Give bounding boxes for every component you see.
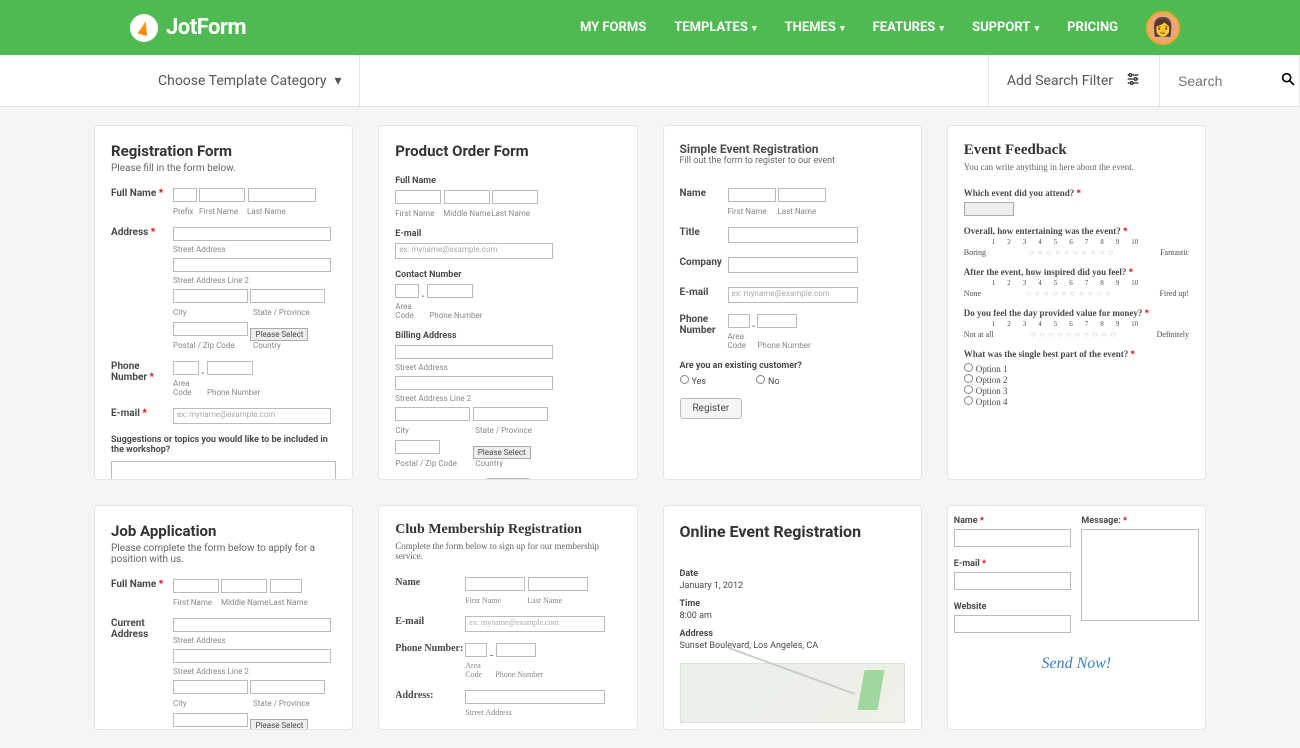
register-button[interactable]: Register <box>680 398 743 419</box>
card-title: Simple Event Registration <box>680 142 905 156</box>
template-card-registration[interactable]: Registration Form Please fill in the for… <box>94 125 353 480</box>
card-title: Club Membership Registration <box>395 522 620 538</box>
logo[interactable]: JotForm <box>130 14 246 42</box>
topbar: JotForm MY FORMS TEMPLATES ▾ THEMES ▾ FE… <box>0 0 1300 55</box>
logo-text: JotForm <box>166 15 246 40</box>
nav-themes[interactable]: THEMES ▾ <box>785 20 845 35</box>
category-dropdown[interactable]: Choose Template Category ▾ <box>140 55 360 106</box>
nav-templates[interactable]: TEMPLATES ▾ <box>674 20 756 35</box>
card-title: Job Application <box>111 522 336 540</box>
nav-my-forms[interactable]: MY FORMS <box>580 20 646 35</box>
card-subtitle: Please fill in the form below. <box>111 163 336 174</box>
nav: MY FORMS TEMPLATES ▾ THEMES ▾ FEATURES ▾… <box>580 11 1180 45</box>
filter-label: Add Search Filter <box>1007 73 1113 89</box>
template-card-club-membership[interactable]: Club Membership Registration Complete th… <box>378 505 637 730</box>
subbar: Choose Template Category ▾ Add Search Fi… <box>0 55 1300 107</box>
card-title: Registration Form <box>111 142 336 160</box>
card-title: Product Order Form <box>395 142 620 160</box>
search-input[interactable] <box>1178 73 1268 89</box>
template-card-online-event[interactable]: Online Event Registration Date January 1… <box>663 505 922 730</box>
template-card-simple-event[interactable]: Simple Event Registration Fill out the f… <box>663 125 922 480</box>
template-grid: Registration Form Please fill in the for… <box>90 125 1210 730</box>
template-card-contact-message[interactable]: Name * E-mail * Website Message: * Send … <box>947 505 1206 730</box>
template-card-product-order[interactable]: Product Order Form Full Name First NameM… <box>378 125 637 480</box>
map-placeholder <box>680 663 905 723</box>
template-card-job-application[interactable]: Job Application Please complete the form… <box>94 505 353 730</box>
add-search-filter-button[interactable]: Add Search Filter <box>989 55 1160 106</box>
nav-features[interactable]: FEATURES ▾ <box>873 20 944 35</box>
logo-icon <box>130 14 158 42</box>
avatar[interactable]: 👩 <box>1146 11 1180 45</box>
send-now-button[interactable]: Send Now! <box>954 655 1199 673</box>
filter-icon <box>1125 71 1141 91</box>
template-card-event-feedback[interactable]: Event Feedback You can write anything in… <box>947 125 1206 480</box>
search-icon[interactable] <box>1280 71 1296 91</box>
card-title: Online Event Registration <box>680 522 905 541</box>
next-button[interactable]: Next <box>485 478 532 480</box>
chevron-down-icon: ▾ <box>334 73 341 89</box>
card-title: Event Feedback <box>964 142 1189 159</box>
category-label: Choose Template Category <box>158 73 326 89</box>
nav-pricing[interactable]: PRICING <box>1067 20 1118 35</box>
nav-support[interactable]: SUPPORT ▾ <box>972 20 1039 35</box>
